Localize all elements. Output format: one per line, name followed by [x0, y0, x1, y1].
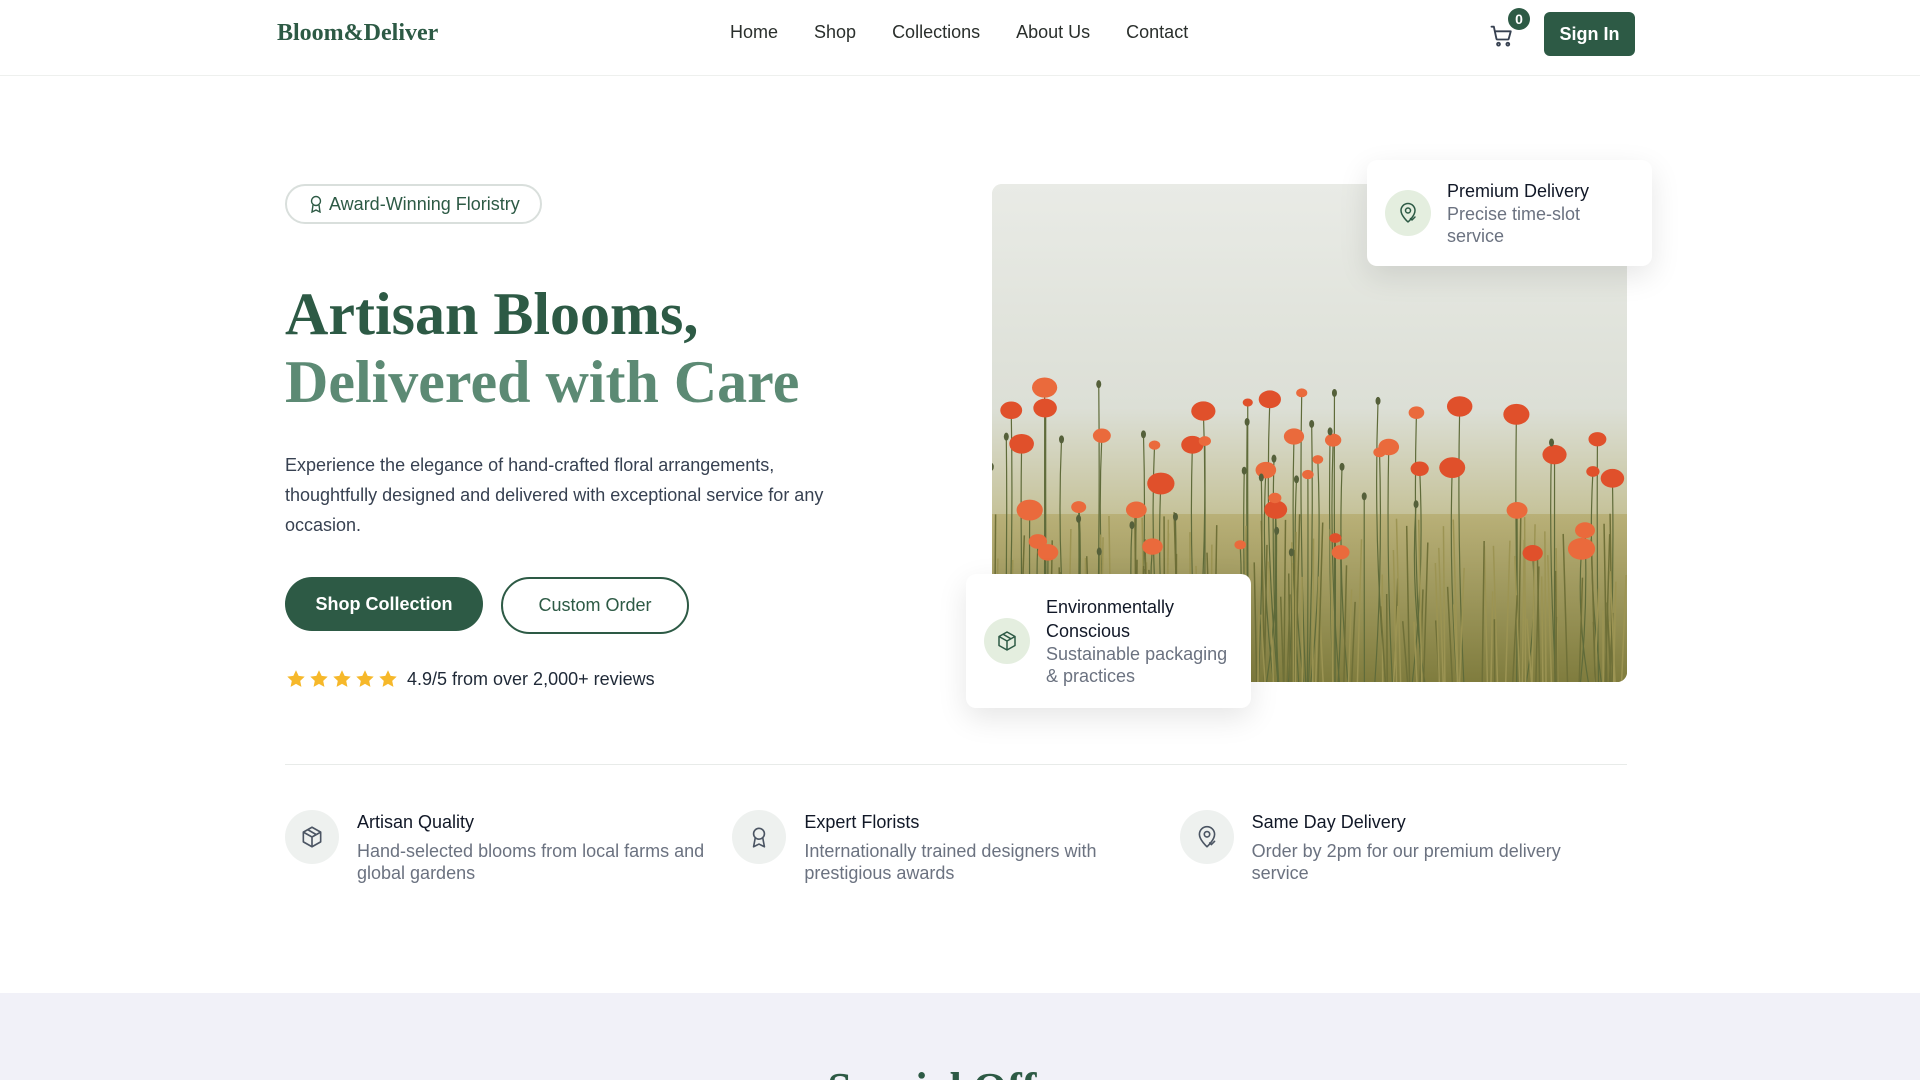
- hero-title-line1: Artisan Blooms,: [285, 281, 699, 347]
- features-row: Artisan Quality Hand-selected blooms fro…: [285, 810, 1627, 884]
- nav-link-about[interactable]: About Us: [1016, 22, 1090, 43]
- eco-conscious-card: Environmentally Conscious Sustainable pa…: [966, 574, 1251, 708]
- custom-order-button[interactable]: Custom Order: [501, 577, 689, 634]
- nav-link-shop[interactable]: Shop: [814, 22, 856, 43]
- feature-description: Hand-selected blooms from local farms an…: [357, 841, 705, 883]
- premium-delivery-card: Premium Delivery Precise time-slot servi…: [1367, 160, 1652, 266]
- location-pin-icon: [1179, 810, 1234, 864]
- eco-conscious-title: Environmentally Conscious: [1046, 597, 1175, 641]
- feature-title: Artisan Quality: [357, 812, 475, 832]
- premium-delivery-subtitle: Precise time-slot service: [1447, 204, 1581, 246]
- sign-in-button[interactable]: Sign In: [1544, 12, 1635, 56]
- hero-title-line2: Delivered with Care: [285, 349, 800, 415]
- feature-same-day-delivery: Same Day Delivery Order by 2pm for our p…: [1179, 810, 1627, 884]
- hero-title: Artisan Blooms, Delivered with Care: [285, 280, 799, 416]
- special-offers-section: Special Offers: [0, 993, 1920, 1080]
- nav-link-contact[interactable]: Contact: [1126, 22, 1188, 43]
- star-icon: [310, 670, 328, 687]
- feature-description: Order by 2pm for our premium delivery se…: [1251, 841, 1561, 883]
- award-badge-label: Award-Winning Floristry: [329, 193, 520, 214]
- location-pin-icon: [1385, 190, 1431, 236]
- nav-links: Home Shop Collections About Us Contact: [730, 22, 1188, 43]
- feature-title: Expert Florists: [804, 812, 920, 832]
- feature-expert-florists: Expert Florists Internationally trained …: [732, 810, 1179, 884]
- rating-stars: [285, 668, 399, 690]
- feature-artisan-quality: Artisan Quality Hand-selected blooms fro…: [285, 810, 732, 884]
- star-icon: [333, 670, 351, 687]
- box-icon: [984, 618, 1030, 664]
- premium-delivery-title: Premium Delivery: [1447, 181, 1590, 201]
- award-icon: [732, 810, 787, 864]
- special-offers-title: Special Offers: [0, 1063, 1920, 1080]
- eco-conscious-text: Environmentally Conscious Sustainable pa…: [1046, 595, 1231, 687]
- box-icon: [285, 810, 339, 864]
- rating-text: 4.9/5 from over 2,000+ reviews: [407, 668, 655, 689]
- top-nav: Bloom&Deliver Home Shop Collections Abou…: [0, 0, 1920, 76]
- shop-collection-button[interactable]: Shop Collection: [285, 577, 483, 631]
- section-divider: [285, 764, 1627, 765]
- star-icon: [356, 670, 374, 687]
- premium-delivery-text: Premium Delivery Precise time-slot servi…: [1447, 179, 1632, 247]
- star-icon: [287, 670, 305, 687]
- award-badge: Award-Winning Floristry: [285, 184, 542, 224]
- nav-link-home[interactable]: Home: [730, 22, 778, 43]
- brand-logo[interactable]: Bloom&Deliver: [277, 20, 438, 47]
- feature-description: Internationally trained designers with p…: [804, 841, 1097, 883]
- hero-lead: Experience the elegance of hand-crafted …: [285, 455, 824, 535]
- rating-row: 4.9/5 from over 2,000+ reviews: [285, 668, 655, 690]
- award-icon: [310, 195, 322, 213]
- cart-count-badge: 0: [1508, 8, 1530, 30]
- nav-link-collections[interactable]: Collections: [892, 22, 980, 43]
- star-icon: [379, 670, 397, 687]
- feature-title: Same Day Delivery: [1251, 812, 1406, 832]
- eco-conscious-subtitle: Sustainable packaging & practices: [1046, 644, 1228, 686]
